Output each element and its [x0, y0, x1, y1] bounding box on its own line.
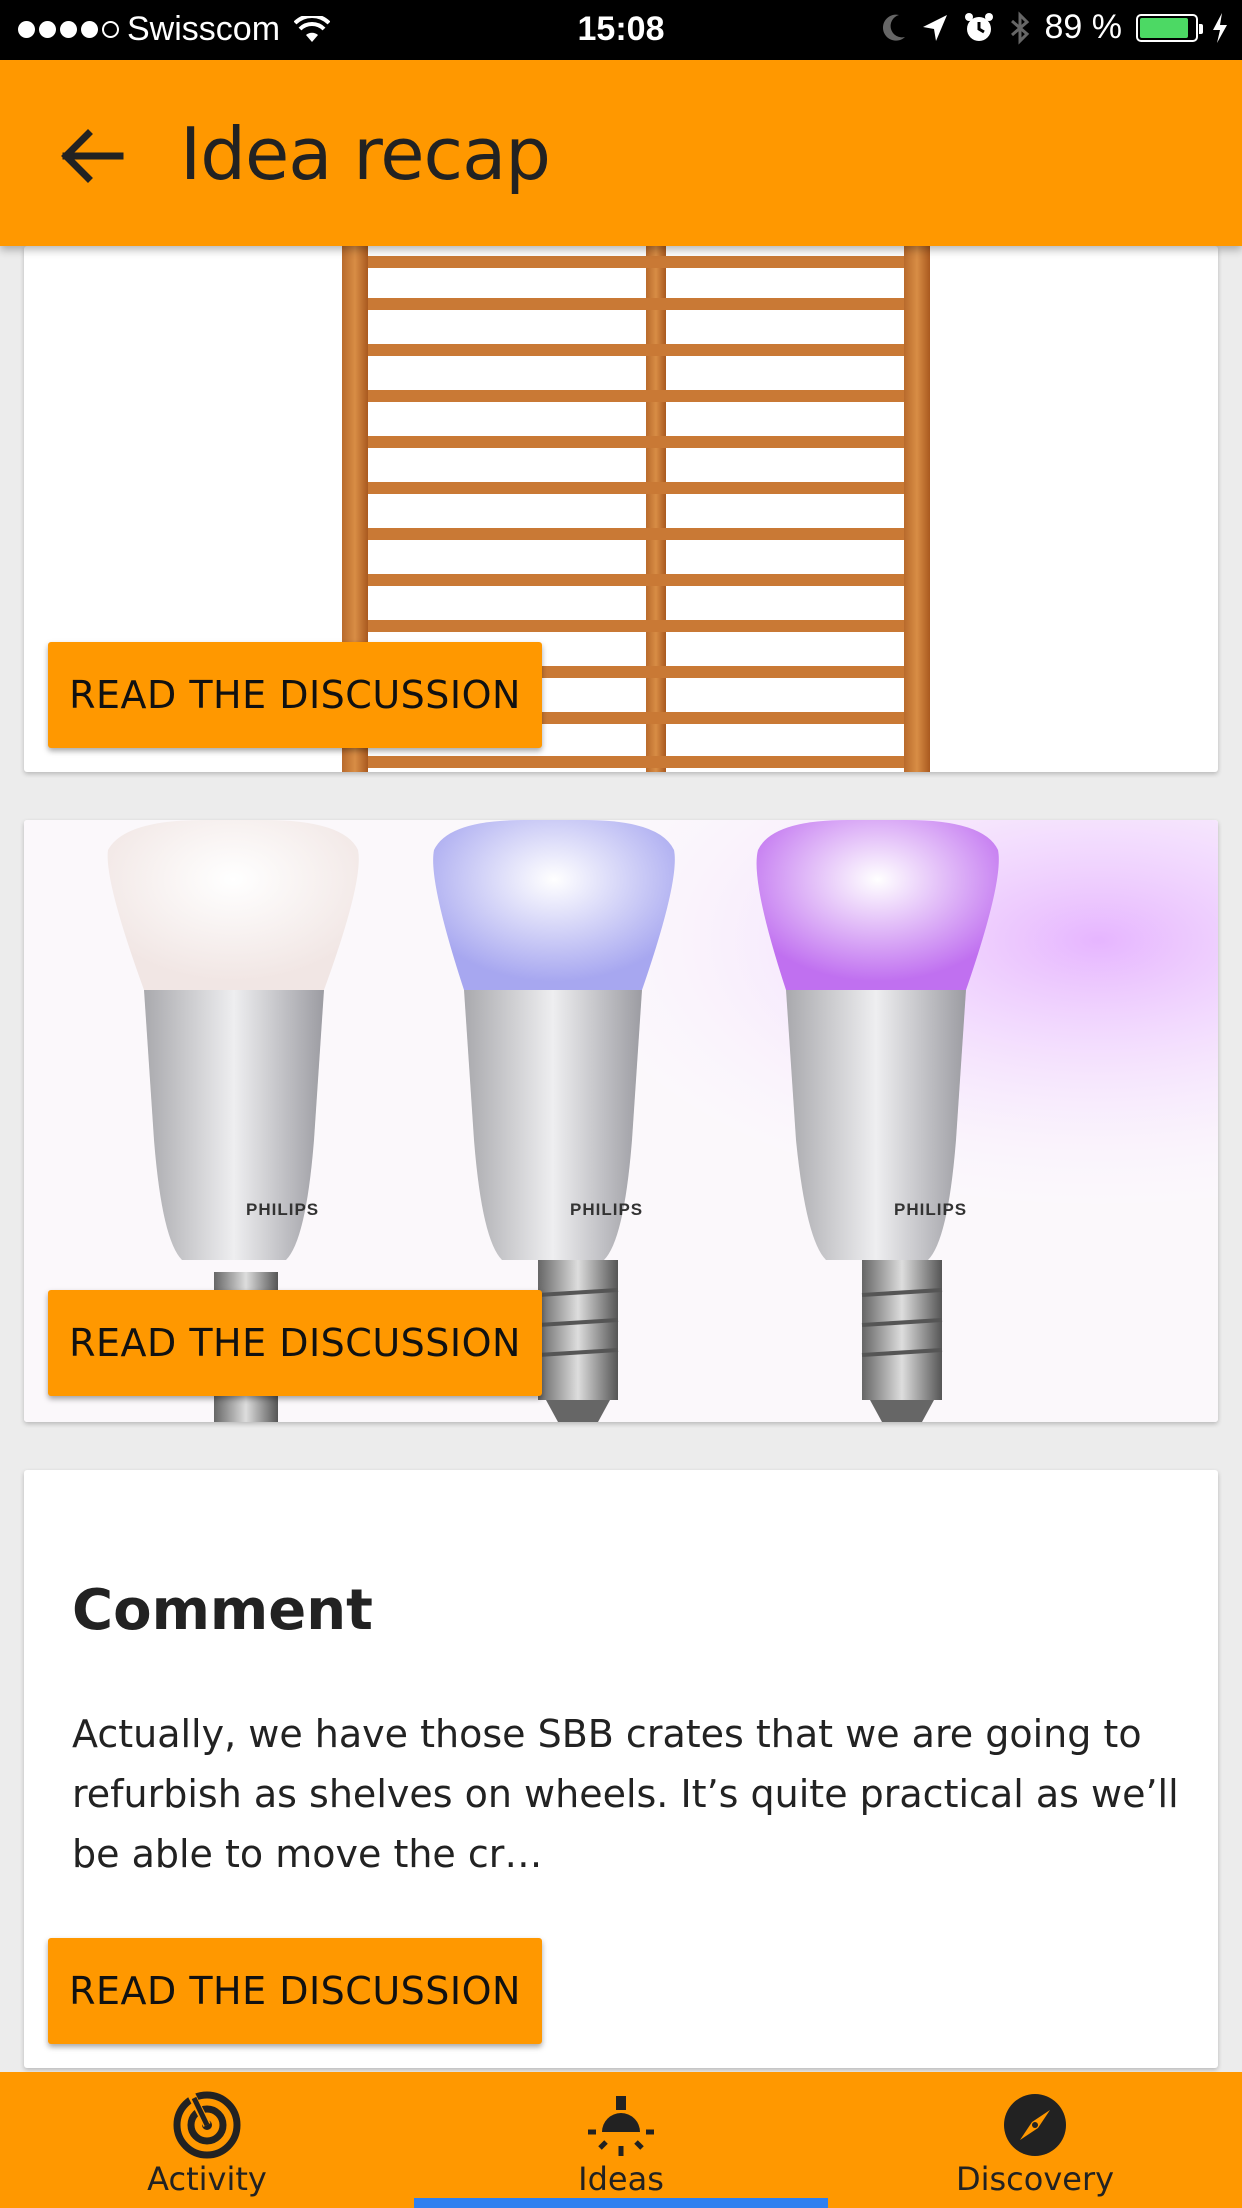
idea-card-bulbs[interactable]: PHILIPS PHILIPS PHILIPS READ THE DISCUSS…: [24, 820, 1218, 1422]
battery-percentage: 89 %: [1044, 8, 1123, 46]
selected-tab-indicator: [414, 2198, 828, 2208]
nav-item-discovery[interactable]: Discovery: [828, 2072, 1242, 2208]
nav-label-ideas: Ideas: [578, 2160, 664, 2198]
back-arrow-icon[interactable]: [56, 126, 126, 186]
bulb-brand-label: PHILIPS: [246, 1200, 320, 1219]
bottom-navigation: Activity Ideas Discovery: [0, 2072, 1242, 2208]
bulb-brand-label: PHILIPS: [894, 1200, 968, 1219]
page-title: Idea recap: [180, 112, 551, 196]
charging-icon: [1213, 12, 1227, 43]
activity-icon: [173, 2090, 241, 2159]
compass-icon: [1004, 2094, 1066, 2156]
battery-icon: [1136, 13, 1203, 42]
nav-item-activity[interactable]: Activity: [0, 2072, 414, 2208]
status-bar: Swisscom 15:08 89 %: [0, 0, 1242, 60]
idea-card-crate[interactable]: READ THE DISCUSSION: [24, 246, 1218, 772]
bluetooth-icon: [1010, 10, 1029, 45]
comment-card[interactable]: Comment Actually, we have those SBB crat…: [24, 1470, 1218, 2068]
comment-title: Comment: [72, 1578, 373, 1643]
moon-icon: [882, 14, 905, 41]
nav-label-discovery: Discovery: [955, 2160, 1115, 2198]
alarm-icon: [964, 12, 993, 41]
app-bar: Idea recap: [0, 60, 1242, 246]
read-discussion-button[interactable]: READ THE DISCUSSION: [48, 1938, 542, 2044]
bulb-brand-label: PHILIPS: [570, 1200, 644, 1219]
nav-item-ideas[interactable]: Ideas: [414, 2072, 828, 2208]
nav-label-activity: Activity: [147, 2160, 267, 2198]
status-right: 89 %: [879, 8, 1229, 47]
read-discussion-button[interactable]: READ THE DISCUSSION: [48, 642, 542, 748]
comment-text: Actually, we have those SBB crates that …: [72, 1712, 1179, 1876]
read-discussion-button[interactable]: READ THE DISCUSSION: [48, 1290, 542, 1396]
lightbulb-icon: [588, 2096, 654, 2156]
location-arrow-icon: [922, 14, 947, 41]
